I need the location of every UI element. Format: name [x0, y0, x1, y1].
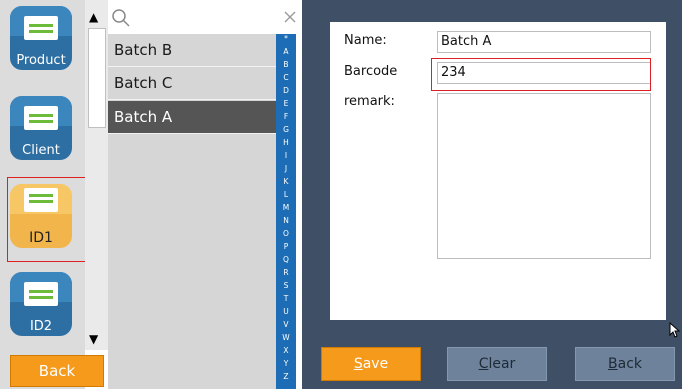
- alphabet-letter[interactable]: D: [276, 86, 296, 96]
- alphabet-letter[interactable]: B: [276, 60, 296, 70]
- alphabet-letter[interactable]: E: [276, 99, 296, 109]
- back-form-button[interactable]: Back: [575, 347, 675, 381]
- list-item-label: Batch B: [114, 41, 173, 59]
- sidebar-item-label: Client: [22, 143, 60, 158]
- remark-textarea[interactable]: [437, 93, 651, 259]
- remark-label: remark:: [344, 94, 395, 109]
- alphabet-letter[interactable]: I: [276, 151, 296, 161]
- save-button[interactable]: Save: [321, 347, 421, 381]
- alphabet-letter[interactable]: P: [276, 242, 296, 252]
- alphabet-letter[interactable]: X: [276, 346, 296, 356]
- alphabet-letter[interactable]: Z: [276, 372, 296, 382]
- alphabet-letter[interactable]: J: [276, 164, 296, 174]
- save-label-rest: ave: [362, 356, 389, 372]
- alphabet-letter[interactable]: Y: [276, 359, 296, 369]
- list-item-selected[interactable]: Batch A: [108, 101, 276, 134]
- alphabet-letter[interactable]: W: [276, 333, 296, 343]
- alphabet-letter[interactable]: S: [276, 281, 296, 291]
- alphabet-letter[interactable]: R: [276, 268, 296, 278]
- alphabet-letter[interactable]: Q: [276, 255, 296, 265]
- list-item-label: Batch C: [114, 74, 173, 92]
- clear-button[interactable]: Clear: [447, 347, 547, 381]
- alphabet-letter[interactable]: C: [276, 73, 296, 83]
- alphabet-letter[interactable]: N: [276, 216, 296, 226]
- alphabet-letter[interactable]: O: [276, 229, 296, 239]
- alphabet-letter[interactable]: U: [276, 307, 296, 317]
- alphabet-letter[interactable]: M: [276, 203, 296, 213]
- sidebar-item-product[interactable]: Product: [6, 2, 76, 74]
- alphabet-letter[interactable]: A: [276, 47, 296, 57]
- scroll-down-arrow-icon[interactable]: ▼: [89, 332, 98, 346]
- name-field[interactable]: Batch A: [437, 31, 651, 53]
- alphabet-letter[interactable]: *: [276, 34, 296, 44]
- scroll-thumb[interactable]: [88, 28, 106, 128]
- close-icon[interactable]: [284, 11, 296, 23]
- list-item[interactable]: Batch B: [108, 34, 276, 67]
- alphabet-letter[interactable]: G: [276, 125, 296, 135]
- sidebar-item-client[interactable]: Client: [6, 92, 76, 164]
- back-label-rest: ack: [617, 356, 642, 372]
- mouse-cursor-icon: [669, 322, 681, 338]
- selection-highlight: [7, 177, 94, 262]
- barcode-highlight: [431, 58, 651, 91]
- search-icon[interactable]: [111, 8, 131, 28]
- alphabet-letter[interactable]: T: [276, 294, 296, 304]
- barcode-label: Barcode: [344, 64, 398, 79]
- clear-label-rest: lear: [488, 356, 516, 372]
- clear-mnemonic: C: [478, 356, 489, 372]
- back-mnemonic: B: [608, 356, 618, 372]
- save-mnemonic: S: [353, 356, 363, 372]
- list-item[interactable]: Batch C: [108, 67, 276, 100]
- alphabet-index-bar[interactable]: * A B C D E F G H I J K L M N O P Q R S T U V W X Y Z: [276, 34, 296, 389]
- sidebar-item-id2[interactable]: ID2: [6, 268, 76, 340]
- back-button[interactable]: Back: [10, 355, 104, 387]
- alphabet-letter[interactable]: H: [276, 138, 296, 148]
- scroll-up-arrow-icon[interactable]: ▲: [89, 10, 98, 24]
- alphabet-letter[interactable]: F: [276, 112, 296, 122]
- list-item-label: Batch A: [114, 108, 173, 126]
- alphabet-letter[interactable]: K: [276, 177, 296, 187]
- sidebar-item-label: ID2: [29, 319, 53, 334]
- search-input[interactable]: [108, 0, 296, 34]
- name-label: Name:: [344, 33, 387, 48]
- sidebar-item-label: Product: [16, 53, 66, 68]
- alphabet-letter[interactable]: V: [276, 320, 296, 330]
- alphabet-letter[interactable]: L: [276, 190, 296, 200]
